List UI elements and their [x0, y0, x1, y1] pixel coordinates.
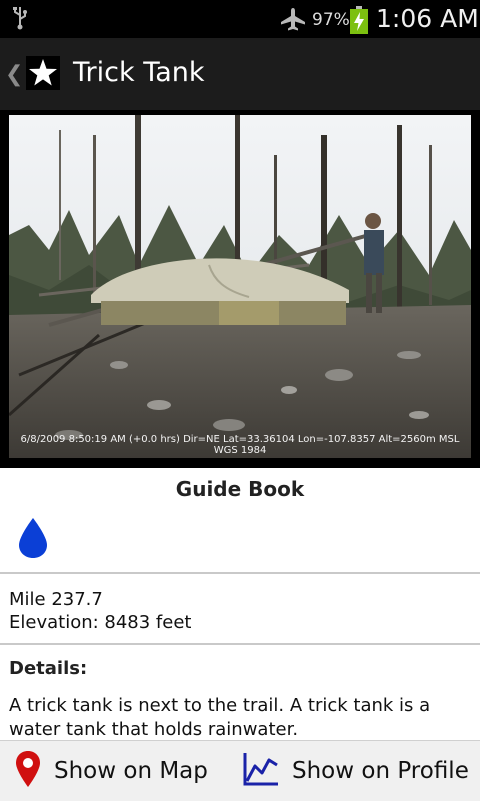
photo-caption: 6/8/2009 8:50:19 AM (+0.0 hrs) Dir=NE La…	[20, 434, 460, 456]
elevation-profile-icon	[242, 751, 280, 791]
photo-frame: 6/8/2009 8:50:19 AM (+0.0 hrs) Dir=NE La…	[0, 110, 480, 468]
show-on-profile-label: Show on Profile	[292, 758, 469, 784]
battery-charging-icon	[350, 6, 368, 38]
water-drop-icon	[17, 516, 49, 564]
show-on-map-button[interactable]: Show on Map	[14, 741, 208, 801]
usb-icon	[12, 6, 28, 34]
page-title: Trick Tank	[73, 57, 205, 88]
details-heading: Details:	[9, 658, 88, 679]
status-bar: 97% 1:06 AM	[0, 0, 480, 38]
elevation: Elevation: 8483 feet	[9, 612, 192, 633]
trail-photo[interactable]: 6/8/2009 8:50:19 AM (+0.0 hrs) Dir=NE La…	[9, 115, 471, 458]
airplane-mode-icon	[280, 7, 306, 35]
status-clock: 1:06 AM	[376, 4, 479, 33]
show-on-map-label: Show on Map	[54, 758, 208, 784]
bottom-action-bar: Show on Map Show on Profile	[0, 740, 480, 801]
guide-book-heading: Guide Book	[175, 477, 305, 501]
back-chevron-icon[interactable]: ❮	[5, 62, 23, 87]
star-icon[interactable]	[26, 56, 60, 90]
divider	[0, 572, 480, 574]
action-bar: ❮ Trick Tank	[0, 38, 480, 110]
map-pin-icon	[14, 750, 42, 792]
show-on-profile-button[interactable]: Show on Profile	[242, 741, 469, 801]
battery-percent: 97%	[312, 10, 350, 30]
divider	[0, 643, 480, 645]
details-text: A trick tank is next to the trail. A tri…	[9, 695, 431, 740]
mile-marker: Mile 237.7	[9, 589, 103, 610]
